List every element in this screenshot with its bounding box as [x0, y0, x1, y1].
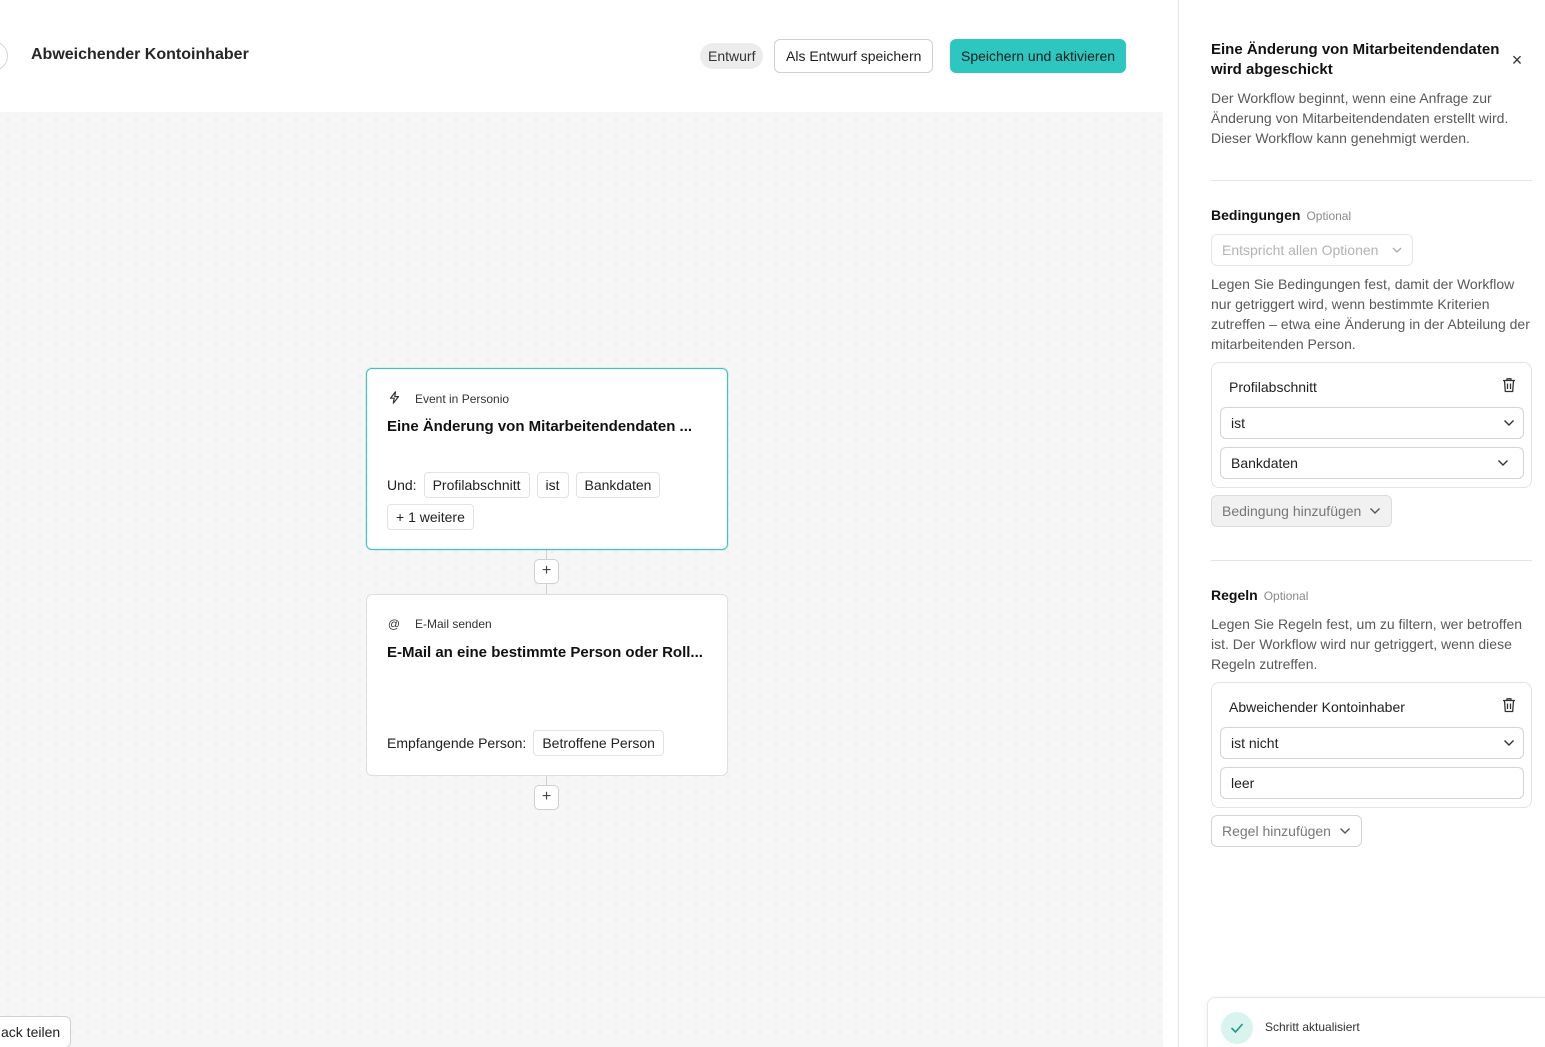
trigger-conditions-row: Und: Profilabschnitt ist Bankdaten — [387, 472, 661, 498]
chevron-down-icon — [1339, 816, 1351, 857]
trigger-node-type: Event in Personio — [415, 392, 510, 406]
chevron-down-icon — [1503, 408, 1515, 449]
recipient-chip: Betroffene Person — [533, 730, 664, 756]
trigger-node-title: Eine Änderung von Mitarbeitendendaten ..… — [387, 418, 693, 435]
lightning-icon — [387, 391, 401, 407]
rule-field-label: Abweichender Kontoinhaber — [1229, 699, 1405, 715]
rules-heading: Regeln Optional — [1211, 587, 1308, 603]
trash-icon[interactable] — [1502, 697, 1516, 713]
optional-label: Optional — [1263, 589, 1309, 603]
trigger-more-row: + 1 weitere — [387, 504, 474, 530]
divider — [1211, 560, 1532, 561]
share-feedback-button[interactable]: ack teilen — [0, 1016, 72, 1047]
add-step-button[interactable]: + — [534, 559, 559, 584]
recipient-label: Empfangende Person: — [387, 735, 527, 751]
optional-label: Optional — [1306, 209, 1352, 223]
condition-chip: Bankdaten — [575, 472, 661, 498]
email-node-title: E-Mail an eine bestimmte Person oder Rol… — [387, 644, 703, 661]
condition-value-select[interactable]: Bankdaten — [1220, 447, 1524, 479]
chevron-down-icon — [1497, 448, 1509, 489]
chevron-down-icon — [1503, 728, 1515, 769]
recipient-row: Empfangende Person: Betroffene Person — [387, 730, 664, 756]
node-meta: Event in Personio — [387, 391, 509, 407]
rules-title: Regeln — [1211, 587, 1258, 603]
conditions-title: Bedingungen — [1211, 207, 1301, 223]
condition-card: Profilabschnitt ist Bankdaten — [1211, 362, 1532, 488]
add-rule-button[interactable]: Regel hinzufügen — [1211, 815, 1362, 847]
condition-chip: ist — [536, 472, 569, 498]
status-badge: Entwurf — [700, 43, 764, 69]
add-condition-label: Bedingung hinzufügen — [1222, 503, 1362, 519]
conditions-description: Legen Sie Bedingungen fest, damit der Wo… — [1211, 276, 1530, 352]
panel-title: Eine Änderung von Mitarbeitendendaten wi… — [1211, 41, 1500, 78]
workflow-canvas[interactable]: Event in Personio Eine Änderung von Mita… — [0, 112, 1163, 1047]
divider — [1211, 180, 1532, 181]
rule-value-input[interactable]: leer — [1220, 767, 1524, 799]
condition-operator-select[interactable]: ist — [1220, 407, 1524, 439]
at-icon: @ — [387, 617, 401, 631]
more-conditions-chip[interactable]: + 1 weitere — [387, 504, 474, 530]
trash-icon[interactable] — [1502, 377, 1516, 393]
back-button[interactable] — [0, 41, 8, 71]
page-title: Abweichender Kontoinhaber — [31, 46, 249, 63]
success-toast: Schritt aktualisiert — [1207, 997, 1545, 1047]
chevron-down-icon — [1392, 235, 1402, 276]
condition-value: Bankdaten — [1231, 455, 1298, 471]
add-step-button[interactable]: + — [534, 785, 559, 810]
rule-operator-value: ist nicht — [1231, 735, 1279, 751]
check-icon — [1221, 1012, 1253, 1044]
close-icon[interactable]: × — [1507, 50, 1527, 70]
email-node-type: E-Mail senden — [415, 617, 492, 631]
chevron-down-icon — [1369, 496, 1381, 537]
trigger-node[interactable]: Event in Personio Eine Änderung von Mita… — [366, 368, 728, 550]
match-mode-select: Entspricht allen Optionen — [1211, 234, 1413, 266]
conditions-prefix: Und: — [387, 477, 417, 493]
match-mode-value: Entspricht allen Optionen — [1222, 242, 1379, 258]
conditions-heading: Bedingungen Optional — [1211, 207, 1351, 223]
condition-operator-value: ist — [1231, 415, 1245, 431]
panel-description: Der Workflow beginnt, wenn eine Anfrage … — [1211, 90, 1509, 146]
condition-field-label: Profilabschnitt — [1229, 379, 1317, 395]
step-settings-panel: Eine Änderung von Mitarbeitendendaten wi… — [1178, 0, 1545, 1047]
node-meta: @ E-Mail senden — [387, 617, 492, 631]
rule-operator-select[interactable]: ist nicht — [1220, 727, 1524, 759]
top-bar: Abweichender Kontoinhaber Entwurf Als En… — [0, 0, 1163, 112]
add-condition-button[interactable]: Bedingung hinzufügen — [1211, 495, 1393, 527]
rule-value: leer — [1231, 775, 1255, 791]
toast-message: Schritt aktualisiert — [1265, 1020, 1360, 1034]
condition-chip: Profilabschnitt — [423, 472, 530, 498]
save-draft-button[interactable]: Als Entwurf speichern — [774, 39, 934, 73]
rules-description: Legen Sie Regeln fest, um zu filtern, we… — [1211, 616, 1523, 672]
rule-card: Abweichender Kontoinhaber ist nicht leer — [1211, 682, 1532, 808]
email-node[interactable]: @ E-Mail senden E-Mail an eine bestimmte… — [366, 594, 728, 776]
save-and-activate-button[interactable]: Speichern und aktivieren — [950, 39, 1127, 73]
add-rule-label: Regel hinzufügen — [1222, 823, 1331, 839]
